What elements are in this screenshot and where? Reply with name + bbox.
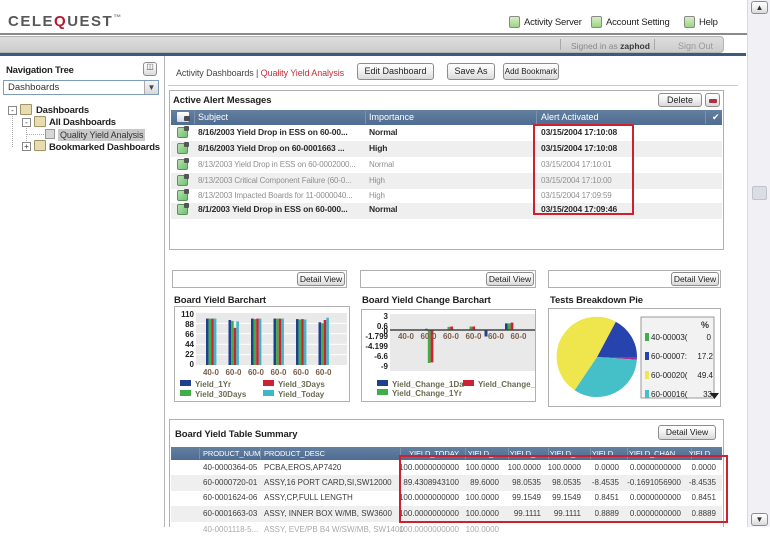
svg-text:60-0: 60-0 <box>315 368 332 377</box>
svg-text:-4.199: -4.199 <box>365 342 388 351</box>
svg-text:60-0: 60-0 <box>270 368 287 377</box>
svg-text:60-0: 60-0 <box>488 332 505 341</box>
svg-text:60-0: 60-0 <box>420 332 437 341</box>
svg-text:Yield_Today: Yield_Today <box>278 390 325 399</box>
svg-text:0: 0 <box>707 333 712 342</box>
svg-text:88: 88 <box>185 320 194 329</box>
svg-text:66: 66 <box>185 330 194 339</box>
svg-text:40-0: 40-0 <box>398 332 415 341</box>
svg-text:110: 110 <box>181 310 194 319</box>
svg-text:60-0: 60-0 <box>510 332 527 341</box>
svg-text:0: 0 <box>384 327 389 336</box>
svg-text:0: 0 <box>190 360 195 369</box>
svg-text:Yield_1Yr: Yield_1Yr <box>195 380 231 389</box>
svg-text:60-00007:: 60-00007: <box>651 352 687 361</box>
svg-text:40-0: 40-0 <box>203 368 220 377</box>
svg-text:Yield_Change_3: Yield_Change_3 <box>478 380 535 389</box>
svg-text:-9: -9 <box>381 362 389 371</box>
svg-text:60-0: 60-0 <box>465 332 482 341</box>
svg-text:60-0: 60-0 <box>443 332 460 341</box>
svg-text:60-00016(: 60-00016( <box>651 390 688 399</box>
svg-text:40-00003(: 40-00003( <box>651 333 688 342</box>
svg-text:Yield_3Days: Yield_3Days <box>278 380 325 389</box>
svg-text:60-0: 60-0 <box>293 368 310 377</box>
svg-text:%: % <box>701 320 709 330</box>
svg-text:3: 3 <box>384 312 389 321</box>
svg-text:Yield_Change_1Da: Yield_Change_1Da <box>392 380 464 389</box>
svg-text:60-0: 60-0 <box>248 368 265 377</box>
svg-text:22: 22 <box>185 350 194 359</box>
svg-text:60-00020(: 60-00020( <box>651 371 688 380</box>
svg-text:60-0: 60-0 <box>225 368 242 377</box>
svg-text:Yield_30Days: Yield_30Days <box>195 390 247 399</box>
svg-text:Yield_Change_1Yr: Yield_Change_1Yr <box>392 389 462 398</box>
svg-text:44: 44 <box>185 340 194 349</box>
svg-text:17.2: 17.2 <box>697 352 713 361</box>
svg-text:49.4: 49.4 <box>697 371 713 380</box>
svg-text:-6.6: -6.6 <box>374 352 388 361</box>
